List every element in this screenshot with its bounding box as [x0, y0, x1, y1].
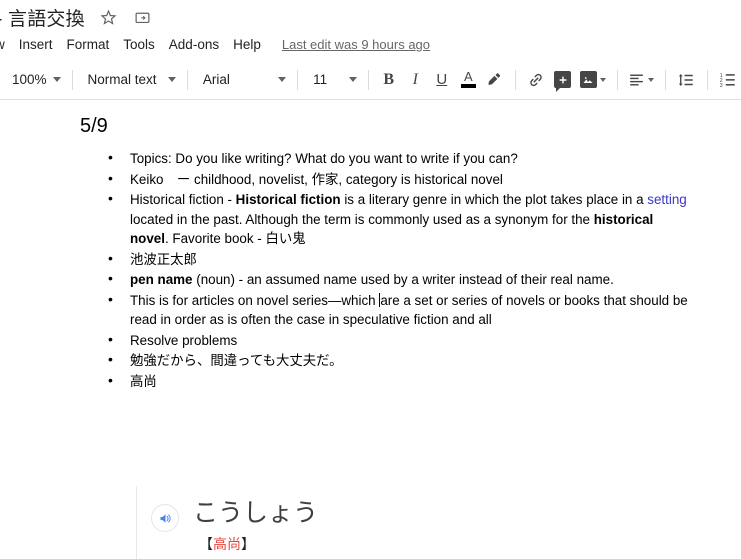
line-spacing-icon[interactable] — [675, 67, 698, 93]
plain-text: located in the past. Although the term i… — [130, 211, 594, 227]
bullet-resolve-problems[interactable]: Resolve problems — [100, 330, 690, 351]
bullet-benkyou[interactable]: 勉強だから、間違っても大丈夫だ。 — [100, 350, 690, 371]
highlight-pen-icon[interactable] — [484, 67, 507, 93]
bold-button[interactable]: B — [377, 67, 400, 93]
plain-text: . Favorite book - 白い鬼 — [164, 231, 306, 246]
text-color-button[interactable]: A — [457, 67, 480, 93]
bullet-text: This is for articles on novel series—whi… — [130, 292, 688, 327]
dictionary-header: こうしょう — [151, 498, 466, 532]
italic-button[interactable]: I — [404, 67, 427, 93]
bracket-close: 】 — [241, 537, 255, 553]
zoom-selector[interactable]: 100% — [8, 67, 65, 93]
chevron-down-icon — [648, 77, 655, 82]
font-size-selector[interactable]: 11 — [309, 67, 360, 93]
toolbar-divider — [515, 69, 517, 90]
toolbar-divider — [297, 69, 299, 90]
bullet-topics[interactable]: Topics: Do you like writing? What do you… — [100, 148, 690, 169]
dictionary-popup[interactable]: こうしょう 【高尚】 《名ノナ》俗っぽくなく、程度の高いこと。 「—な趣味」 T… — [136, 486, 480, 559]
menu-insert[interactable]: Insert — [12, 37, 60, 52]
bullet-text: 勉強だから、間違っても大丈夫だ。 — [130, 353, 343, 368]
google-docs-window: - 言語交換 w Insert Format Tools Add-ons Hel… — [0, 0, 741, 559]
chevron-down-icon — [348, 77, 357, 82]
menu-help[interactable]: Help — [226, 37, 268, 52]
bullet-text: Resolve problems — [130, 333, 237, 348]
underline-button[interactable]: U — [431, 67, 454, 93]
menu-format[interactable]: Format — [60, 37, 117, 52]
plain-text: Keiko ー childhood, novelist, 作家, categor… — [130, 171, 503, 187]
word-reading: こうしょう — [193, 498, 319, 527]
bullet-novel-series[interactable]: This is for articles on novel series—whi… — [100, 290, 690, 330]
toolbar-divider — [665, 69, 666, 90]
title-bar: - 言語交換 — [0, 0, 741, 34]
plain-text: 勉強だから、間違っても大丈夫だ。 — [130, 353, 343, 368]
insert-image-icon[interactable] — [578, 67, 608, 93]
title-icon-group — [99, 7, 153, 27]
bold-text: pen name — [130, 272, 193, 287]
font-family-value: Arial — [202, 72, 230, 87]
menu-view-clipped[interactable]: w — [0, 37, 12, 52]
bullet-text: pen name (noun) - an assumed name used b… — [130, 272, 614, 287]
bullet-koushou[interactable]: 高尚 — [100, 371, 690, 392]
bullet-historical-fiction[interactable]: Historical fiction - Historical fiction … — [100, 189, 690, 249]
zoom-value: 100% — [12, 72, 47, 87]
toolbar-divider — [71, 69, 73, 90]
link-icon[interactable] — [525, 67, 548, 93]
paragraph-style-value: Normal text — [87, 72, 157, 87]
plain-text: This is for articles on novel series—whi… — [130, 292, 380, 308]
bold-text: Historical fiction — [235, 192, 341, 207]
toolbar-divider — [706, 69, 708, 90]
star-icon[interactable] — [99, 7, 119, 27]
plain-text: 池波正太郎 — [130, 251, 197, 267]
last-edit-status[interactable]: Last edit was 9 hours ago — [282, 37, 430, 52]
bullet-list: Topics: Do you like writing? What do you… — [100, 148, 690, 392]
paragraph-style-selector[interactable]: Normal text — [83, 67, 180, 93]
add-comment-icon[interactable] — [552, 67, 575, 93]
plain-text: (noun) - an assumed name used by a write… — [192, 272, 614, 287]
plain-text: 高尚 — [130, 373, 157, 389]
document-page[interactable]: 5/9 Topics: Do you like writing? What do… — [0, 101, 741, 559]
bullet-text: Historical fiction - Historical fiction … — [130, 192, 687, 246]
chevron-down-icon — [168, 77, 177, 82]
headword-kanji: 【高尚】 — [199, 534, 466, 554]
plain-text: Resolve problems — [130, 332, 238, 348]
speaker-icon[interactable] — [151, 504, 179, 532]
text-color-letter: A — [464, 69, 473, 84]
svg-text:3: 3 — [719, 82, 722, 88]
font-size-value: 11 — [313, 72, 328, 87]
plain-text: is a literary genre in which the plot ta… — [340, 192, 648, 207]
menu-bar: w Insert Format Tools Add-ons Help Last … — [0, 32, 741, 57]
bullet-keiko[interactable]: Keiko ー childhood, novelist, 作家, categor… — [100, 169, 690, 190]
toolbar-divider — [187, 69, 188, 90]
text-color-swatch — [460, 84, 476, 88]
plain-text: Topics: Do you like writing? What do you… — [130, 151, 518, 166]
plain-text: Historical fiction - — [130, 192, 236, 207]
bullet-text: 池波正太郎 — [130, 252, 197, 267]
headword-text: 高尚 — [213, 537, 241, 553]
formatting-toolbar: 100% Normal text Arial 11 B I U A 1 2 3 — [0, 60, 741, 100]
bullet-text: Keiko ー childhood, novelist, 作家, categor… — [130, 172, 503, 187]
document-canvas[interactable]: 5/9 Topics: Do you like writing? What do… — [0, 101, 741, 559]
align-left-icon[interactable] — [627, 67, 657, 93]
bracket-open: 【 — [199, 537, 213, 553]
bullet-ikenami[interactable]: 池波正太郎 — [100, 249, 690, 270]
menu-tools[interactable]: Tools — [116, 37, 162, 52]
toolbar-divider — [616, 69, 618, 90]
font-family-selector[interactable]: Arial — [199, 67, 290, 93]
toolbar-divider — [367, 69, 369, 90]
page-title: 5/9 — [80, 115, 108, 137]
menu-addons[interactable]: Add-ons — [162, 37, 226, 52]
chevron-down-icon — [278, 77, 287, 82]
chevron-down-icon — [599, 77, 606, 82]
inline-link[interactable]: setting — [647, 192, 686, 207]
chevron-down-icon — [52, 77, 61, 82]
bullet-text: Topics: Do you like writing? What do you… — [130, 151, 518, 166]
document-title[interactable]: - 言語交換 — [0, 4, 85, 31]
numbered-list-icon[interactable]: 1 2 3 — [716, 67, 739, 93]
bullet-text: 高尚 — [130, 374, 157, 389]
bullet-pen-name[interactable]: pen name (noun) - an assumed name used b… — [100, 269, 690, 290]
move-to-folder-icon[interactable] — [133, 7, 153, 27]
